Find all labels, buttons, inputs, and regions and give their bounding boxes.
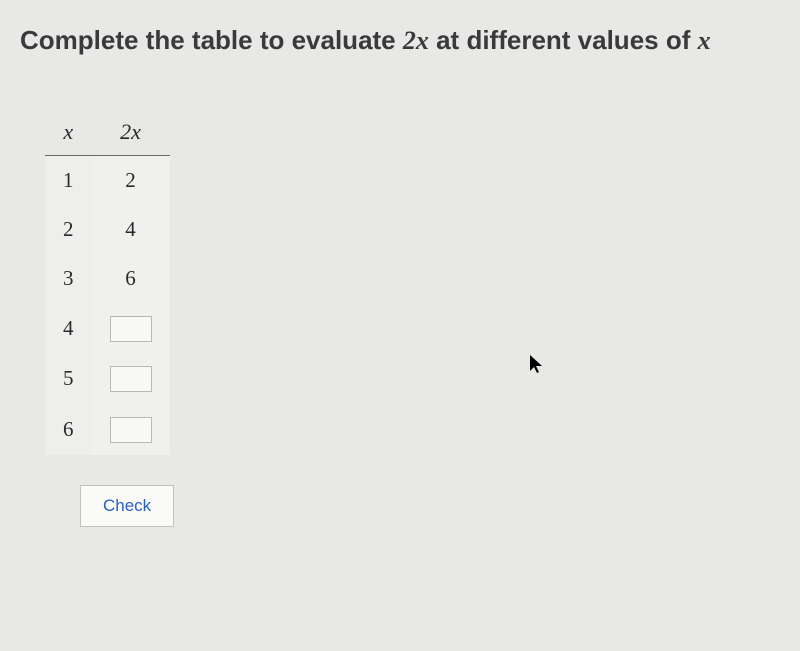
x-cell: 3 xyxy=(45,254,92,303)
val-cell: 6 xyxy=(92,254,170,303)
x-cell: 2 xyxy=(45,205,92,254)
table-row: 3 6 xyxy=(45,254,170,303)
x-cell: 6 xyxy=(45,404,92,455)
table-row: 6 xyxy=(45,404,170,455)
eval-table-container: x 2x 1 2 2 4 3 6 4 xyxy=(45,111,780,527)
input-cell xyxy=(92,404,170,455)
x-cell: 1 xyxy=(45,156,92,206)
instruction-var: x xyxy=(698,26,711,55)
header-x: x xyxy=(45,111,92,156)
val-cell: 2 xyxy=(92,156,170,206)
table-row: 2 4 xyxy=(45,205,170,254)
instruction-text: Complete the table to evaluate 2x at dif… xyxy=(20,25,780,56)
instruction-middle: at different values of xyxy=(429,25,698,55)
table-row: 4 xyxy=(45,303,170,354)
answer-input-5[interactable] xyxy=(110,366,152,392)
x-cell: 5 xyxy=(45,354,92,405)
answer-input-4[interactable] xyxy=(110,316,152,342)
instruction-prefix: Complete the table to evaluate xyxy=(20,25,403,55)
instruction-expr: 2x xyxy=(403,26,429,55)
answer-input-6[interactable] xyxy=(110,417,152,443)
header-2x: 2x xyxy=(92,111,170,156)
input-cell xyxy=(92,303,170,354)
val-cell: 4 xyxy=(92,205,170,254)
table-row: 5 xyxy=(45,354,170,405)
table-row: 1 2 xyxy=(45,156,170,206)
cursor-icon xyxy=(530,355,546,381)
check-button[interactable]: Check xyxy=(80,485,174,527)
input-cell xyxy=(92,354,170,405)
eval-table: x 2x 1 2 2 4 3 6 4 xyxy=(45,111,170,455)
x-cell: 4 xyxy=(45,303,92,354)
